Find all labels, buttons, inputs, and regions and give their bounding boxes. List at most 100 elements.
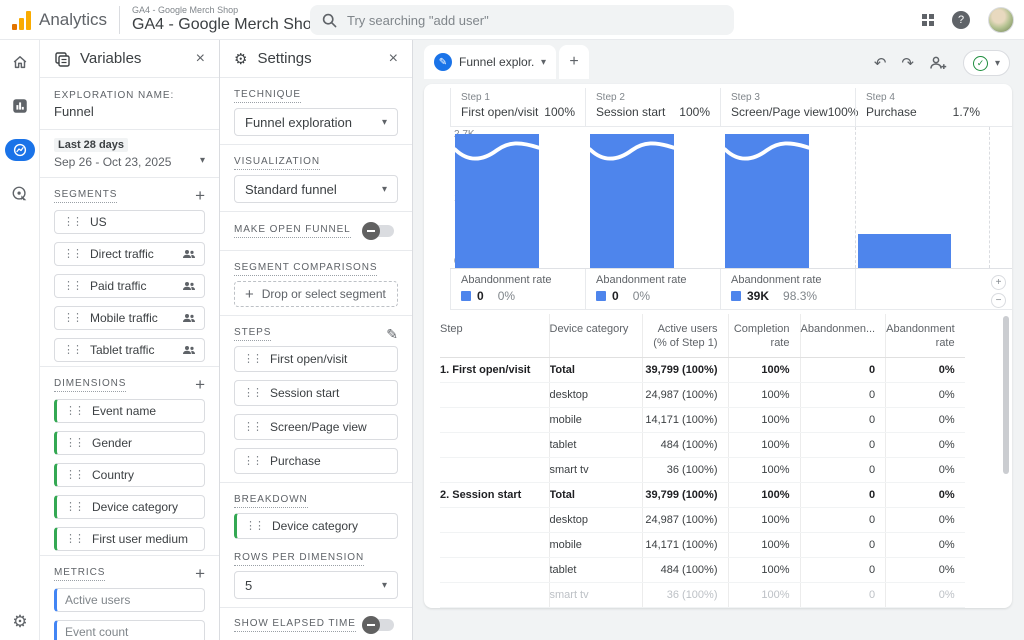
close-settings-icon[interactable]: × <box>389 51 398 67</box>
funnel-bar-step2[interactable] <box>590 134 674 268</box>
segment-chip-mobile-traffic[interactable]: ⋮⋮ Mobile traffic <box>54 306 205 330</box>
table-row[interactable]: mobile14,171 (100%)100%00% <box>440 408 965 433</box>
table-scrollbar[interactable] <box>1003 316 1009 474</box>
avatar[interactable] <box>988 7 1014 33</box>
funnel-bar-step1[interactable] <box>455 134 539 268</box>
drag-handle-icon[interactable]: ⋮⋮ <box>65 406 83 416</box>
share-users-icon[interactable] <box>929 56 948 70</box>
wave-decoration <box>590 139 674 165</box>
segment-label: Paid traffic <box>90 279 146 293</box>
table-row[interactable]: 2. Session startTotal39,799 (100%)100%00… <box>440 483 965 508</box>
segment-chip-paid-traffic[interactable]: ⋮⋮ Paid traffic <box>54 274 205 298</box>
zoom-out-button[interactable]: − <box>991 293 1006 308</box>
drag-handle-icon[interactable]: ⋮⋮ <box>65 438 83 448</box>
step-chip-screen-page-view[interactable]: ⋮⋮Screen/Page view <box>234 414 398 440</box>
segment-chip-tablet-traffic[interactable]: ⋮⋮ Tablet traffic <box>54 338 205 362</box>
tab-funnel-exploration[interactable]: ✎ Funnel explor... ▾ <box>424 45 556 79</box>
add-tab-button[interactable]: + <box>559 45 589 79</box>
drag-handle-icon[interactable]: ⋮⋮ <box>245 521 263 531</box>
table-row[interactable]: smart tv36 (100%)100%00% <box>440 458 965 483</box>
nav-reports-button[interactable] <box>0 84 40 128</box>
zoom-in-button[interactable]: + <box>991 275 1006 290</box>
settings-title: Settings <box>257 50 378 67</box>
dimension-chip-event-name[interactable]: ⋮⋮Event name <box>54 399 205 423</box>
nav-home-button[interactable] <box>0 40 40 84</box>
help-icon[interactable]: ? <box>952 11 970 29</box>
nav-explore-button[interactable] <box>0 128 40 172</box>
segment-chip-direct-traffic[interactable]: ⋮⋮ Direct traffic <box>54 242 205 266</box>
dimension-chip-country[interactable]: ⋮⋮Country <box>54 463 205 487</box>
drag-handle-icon[interactable]: ⋮⋮ <box>243 354 261 364</box>
edit-steps-pencil-icon[interactable]: ✎ <box>386 326 398 343</box>
metric-chip-active-users[interactable]: Active users <box>54 588 205 612</box>
breakdown-chip-device-category[interactable]: ⋮⋮Device category <box>234 513 398 539</box>
add-metric-button[interactable]: + <box>195 564 205 584</box>
apps-grid-icon[interactable] <box>922 14 934 26</box>
step-chip-session-start[interactable]: ⋮⋮Session start <box>234 380 398 406</box>
add-dimension-button[interactable]: + <box>195 375 205 395</box>
funnel-column-1 <box>450 127 585 268</box>
table-row[interactable]: 1. First open/visitTotal39,799 (100%)100… <box>440 358 965 383</box>
settings-panel: ⚙ Settings × TECHNIQUE Funnel exploratio… <box>220 40 413 640</box>
col-header-device-category[interactable]: Device category <box>549 314 642 358</box>
show-elapsed-time-toggle[interactable] <box>364 619 394 631</box>
saved-status-button[interactable]: ✓ ▾ <box>963 50 1010 76</box>
make-open-funnel-toggle[interactable] <box>364 225 394 237</box>
visualization-select[interactable]: Standard funnel ▾ <box>234 175 398 203</box>
drag-handle-icon[interactable]: ⋮⋮ <box>243 422 261 432</box>
rows-per-dimension-label: ROWS PER DIMENSION <box>234 552 364 566</box>
funnel-card: Step 1 First open/visit100% Step 2 Sessi… <box>424 84 1012 608</box>
drag-handle-icon[interactable]: ⋮⋮ <box>243 456 261 466</box>
divider <box>119 6 120 34</box>
table-row[interactable]: desktop24,987 (100%)100%00% <box>440 508 965 533</box>
funnel-bar-step3[interactable] <box>725 134 809 268</box>
col-header-active-users[interactable]: Active users(% of Step 1) <box>642 314 728 358</box>
nav-advertising-button[interactable] <box>0 172 40 216</box>
close-variables-icon[interactable]: × <box>196 51 205 67</box>
table-row[interactable]: tablet484 (100%)100%00% <box>440 558 965 583</box>
table-row[interactable]: desktop24,987 (100%)100%00% <box>440 383 965 408</box>
add-segment-button[interactable]: + <box>195 186 205 206</box>
drag-handle-icon[interactable]: ⋮⋮ <box>63 249 81 259</box>
drag-handle-icon[interactable]: ⋮⋮ <box>63 345 81 355</box>
col-header-completion-rate[interactable]: Completionrate <box>728 314 800 358</box>
drag-handle-icon[interactable]: ⋮⋮ <box>63 281 81 291</box>
col-header-abandonment-rate[interactable]: Abandonmentrate <box>886 314 965 358</box>
rows-per-dimension-select[interactable]: 5 ▾ <box>234 571 398 599</box>
segment-dropzone[interactable]: + Drop or select segment <box>234 281 398 307</box>
drag-handle-icon[interactable]: ⋮⋮ <box>65 534 83 544</box>
search-input[interactable]: Try searching "add user" <box>310 5 734 35</box>
metric-chip-event-count[interactable]: Event count <box>54 620 205 640</box>
drag-handle-icon[interactable]: ⋮⋮ <box>243 388 261 398</box>
table-row[interactable]: tablet484 (100%)100%00% <box>440 433 965 458</box>
drag-handle-icon[interactable]: ⋮⋮ <box>63 313 81 323</box>
col-header-abandonments[interactable]: Abandonmen... <box>800 314 886 358</box>
drag-handle-icon[interactable]: ⋮⋮ <box>65 502 83 512</box>
metrics-label: METRICS <box>54 567 105 581</box>
drag-handle-icon[interactable]: ⋮⋮ <box>65 470 83 480</box>
table-row[interactable]: mobile14,171 (100%)100%00% <box>440 533 965 558</box>
date-range-picker[interactable]: Last 28 days Sep 26 - Oct 23, 2025 ▾ <box>40 130 219 178</box>
nav-admin-button[interactable]: ⚙ <box>0 612 40 632</box>
undo-button[interactable]: ↶ <box>874 54 887 72</box>
technique-select[interactable]: Funnel exploration ▾ <box>234 108 398 136</box>
property-switcher[interactable]: GA4 - Google Merch Shop GA4 - Google Mer… <box>132 5 321 34</box>
step-chip-purchase[interactable]: ⋮⋮ Purchase <box>234 448 398 474</box>
exploration-name-value[interactable]: Funnel <box>54 104 205 119</box>
redo-button[interactable]: ↷ <box>901 54 914 72</box>
search-icon <box>322 13 337 28</box>
step-label: Purchase <box>270 454 321 468</box>
col-header-step[interactable]: Step <box>440 314 549 358</box>
dimension-chip-gender[interactable]: ⋮⋮Gender <box>54 431 205 455</box>
drag-handle-icon[interactable]: ⋮⋮ <box>63 217 81 227</box>
step-chip-first-open-visit[interactable]: ⋮⋮First open/visit <box>234 346 398 372</box>
segment-chip-us[interactable]: ⋮⋮ US <box>54 210 205 234</box>
abandonment-rate: 98.3% <box>783 289 817 303</box>
table-row[interactable]: smart tv36 (100%)100%00% <box>440 583 965 608</box>
dimension-chip-device-category[interactable]: ⋮⋮Device category <box>54 495 205 519</box>
chevron-down-icon: ▾ <box>541 57 546 68</box>
dimension-chip-first-user-medium[interactable]: ⋮⋮First user medium <box>54 527 205 551</box>
chevron-down-icon: ▾ <box>995 58 1000 69</box>
step-name: Session start <box>596 105 665 119</box>
funnel-bar-step4[interactable] <box>858 234 951 268</box>
